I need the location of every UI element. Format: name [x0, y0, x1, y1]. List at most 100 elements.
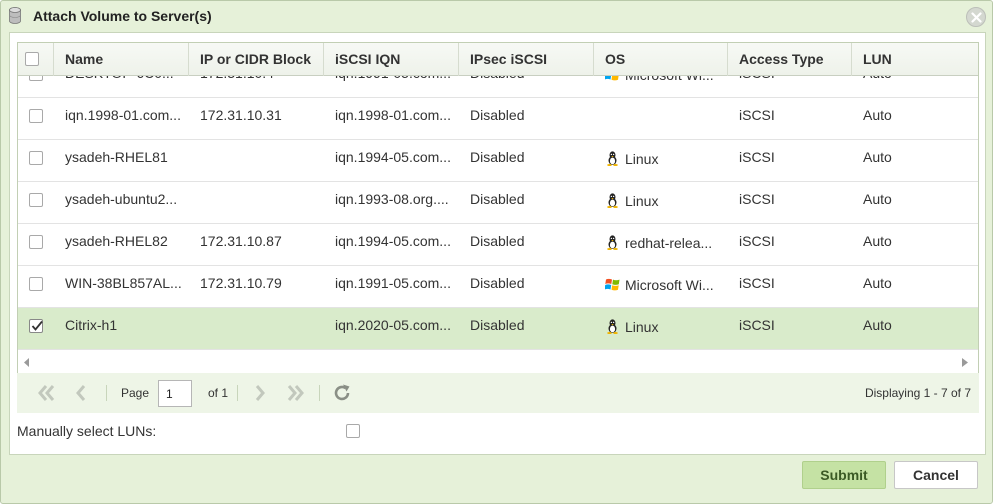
cell-lun: Auto	[863, 233, 892, 249]
os-label: Linux	[625, 319, 659, 335]
dialog-title: Attach Volume to Server(s)	[33, 8, 212, 24]
row-select-checkbox[interactable]	[29, 235, 43, 249]
cell-os: Microsoft Wi...	[594, 76, 728, 97]
cell-ip	[189, 308, 324, 349]
servers-grid: Name IP or CIDR Block iSCSI IQN IPsec iS…	[17, 42, 979, 404]
scroll-left-icon[interactable]	[24, 358, 30, 367]
os-label: redhat-relea...	[625, 235, 713, 251]
table-row[interactable]: WIN-38BL857AL... 172.31.10.79 iqn.1991-05.…	[18, 266, 978, 308]
table-row[interactable]: ysadeh-ubuntu2... iqn.1993-08.org.... Disa…	[18, 182, 978, 224]
linux-icon	[605, 228, 620, 250]
column-header-iqn[interactable]: iSCSI IQN	[324, 43, 459, 76]
cell-os: redhat-relea...	[594, 224, 728, 265]
os-label: Microsoft Wi...	[625, 277, 714, 293]
table-row[interactable]: ysadeh-RHEL81 iqn.1994-05.com... Disabled L…	[18, 140, 978, 182]
row-select-checkbox[interactable]	[29, 151, 43, 165]
cell-iqn: iqn.1991-05.com...	[324, 76, 459, 97]
column-header-ip[interactable]: IP or CIDR Block	[189, 43, 324, 76]
table-row[interactable]: iqn.1998-01.com... 172.31.10.31 iqn.1998-0…	[18, 98, 978, 140]
cell-name: ysadeh-RHEL82	[65, 233, 168, 249]
row-select-checkbox[interactable]	[29, 277, 43, 291]
os-label: Linux	[625, 151, 659, 167]
page-count-label: of 1	[208, 386, 229, 400]
cell-ipsec: Disabled	[470, 107, 525, 123]
dialog-content: Name IP or CIDR Block iSCSI IQN IPsec iS…	[9, 32, 986, 455]
cell-name: Citrix-h1	[65, 317, 118, 333]
cancel-button[interactable]: Cancel	[894, 461, 978, 489]
cell-lun: Auto	[863, 149, 892, 165]
pager-separator	[237, 385, 238, 401]
row-select-checkbox[interactable]	[29, 319, 43, 333]
page-number-input[interactable]	[158, 380, 192, 407]
table-row[interactable]: Citrix-h1 iqn.2020-05.com... Disabled Linux…	[18, 308, 978, 350]
column-header-os[interactable]: OS	[594, 43, 728, 76]
grid-body: DESKTOP-6C0...172.31.10.4iqn.1991-05.com…	[18, 76, 978, 354]
pagination-toolbar: Page of 1 Displaying 1 - 7 of 7	[17, 373, 979, 413]
windows-icon	[604, 270, 620, 291]
table-row[interactable]: DESKTOP-6C0...172.31.10.4iqn.1991-05.com…	[18, 76, 978, 98]
os-label: Microsoft Wi...	[625, 76, 714, 83]
table-row[interactable]: ysadeh-RHEL82 172.31.10.87 iqn.1994-05.com…	[18, 224, 978, 266]
select-all-checkbox[interactable]	[25, 52, 39, 66]
cell-ipsec: Disabled	[470, 149, 525, 165]
manual-lun-checkbox[interactable]	[346, 424, 360, 438]
cell-iqn: iqn.2020-05.com...	[335, 317, 451, 333]
previous-page-icon[interactable]	[75, 384, 87, 402]
cell-access-type: iSCSI	[739, 317, 775, 333]
close-button[interactable]	[966, 7, 986, 27]
cell-ip	[189, 140, 324, 181]
cell-ipsec: Disabled	[470, 275, 525, 291]
cell-ip: 172.31.10.4	[189, 76, 324, 97]
cell-os	[594, 98, 728, 139]
linux-icon	[605, 312, 620, 334]
cell-ipsec: Disabled	[470, 191, 525, 207]
column-header-name[interactable]: Name	[54, 43, 189, 76]
first-page-icon[interactable]	[37, 384, 57, 402]
cell-name: WIN-38BL857AL...	[65, 275, 182, 291]
linux-icon	[605, 144, 620, 166]
scroll-right-icon[interactable]	[962, 358, 968, 367]
last-page-icon[interactable]	[285, 384, 305, 402]
refresh-icon[interactable]	[332, 383, 352, 403]
cell-name: iqn.1998-01.com...	[65, 107, 181, 123]
linux-icon	[605, 186, 620, 208]
cell-access-type: iSCSI	[728, 76, 852, 97]
cell-lun: Auto	[852, 76, 978, 97]
cell-lun: Auto	[863, 317, 892, 333]
cell-iqn: iqn.1993-08.org....	[335, 191, 449, 207]
submit-button[interactable]: Submit	[802, 461, 886, 489]
cell-ipsec: Disabled	[470, 317, 525, 333]
dialog-footer: Submit Cancel	[1, 456, 992, 504]
grid-header: Name IP or CIDR Block iSCSI IQN IPsec iS…	[18, 43, 978, 76]
cell-iqn: iqn.1994-05.com...	[335, 233, 451, 249]
column-header-lun[interactable]: LUN	[852, 43, 978, 76]
cell-access-type: iSCSI	[739, 107, 775, 123]
cell-iqn: iqn.1998-01.com...	[335, 107, 451, 123]
cell-ip: 172.31.10.87	[200, 233, 282, 249]
os-label: Linux	[625, 193, 659, 209]
cell-iqn: iqn.1994-05.com...	[335, 149, 451, 165]
cell-lun: Auto	[863, 191, 892, 207]
next-page-icon[interactable]	[254, 384, 266, 402]
dialog-titlebar: Attach Volume to Server(s)	[1, 1, 992, 31]
attach-volume-dialog: Attach Volume to Server(s) Name IP or CI…	[0, 0, 993, 504]
header-select-all-cell	[18, 43, 54, 76]
horizontal-scrollbar[interactable]	[18, 354, 978, 371]
row-select-checkbox[interactable]	[29, 109, 43, 123]
cell-ip: 172.31.10.79	[200, 275, 282, 291]
cell-ip	[189, 182, 324, 223]
manual-lun-row: Manually select LUNs:	[17, 419, 979, 449]
cell-os: Linux	[594, 140, 728, 181]
cell-access-type: iSCSI	[739, 149, 775, 165]
row-select-checkbox[interactable]	[29, 193, 43, 207]
volume-icon	[9, 7, 21, 24]
page-label: Page	[121, 386, 150, 400]
cell-ipsec: Disabled	[459, 76, 594, 97]
column-header-access-type[interactable]: Access Type	[728, 43, 852, 76]
cell-access-type: iSCSI	[739, 275, 775, 291]
cell-iqn: iqn.1991-05.com...	[335, 275, 451, 291]
manual-lun-label: Manually select LUNs:	[17, 423, 157, 439]
cell-access-type: iSCSI	[739, 191, 775, 207]
column-header-ipsec[interactable]: IPsec iSCSI	[459, 43, 594, 76]
row-select-checkbox[interactable]	[29, 76, 43, 81]
